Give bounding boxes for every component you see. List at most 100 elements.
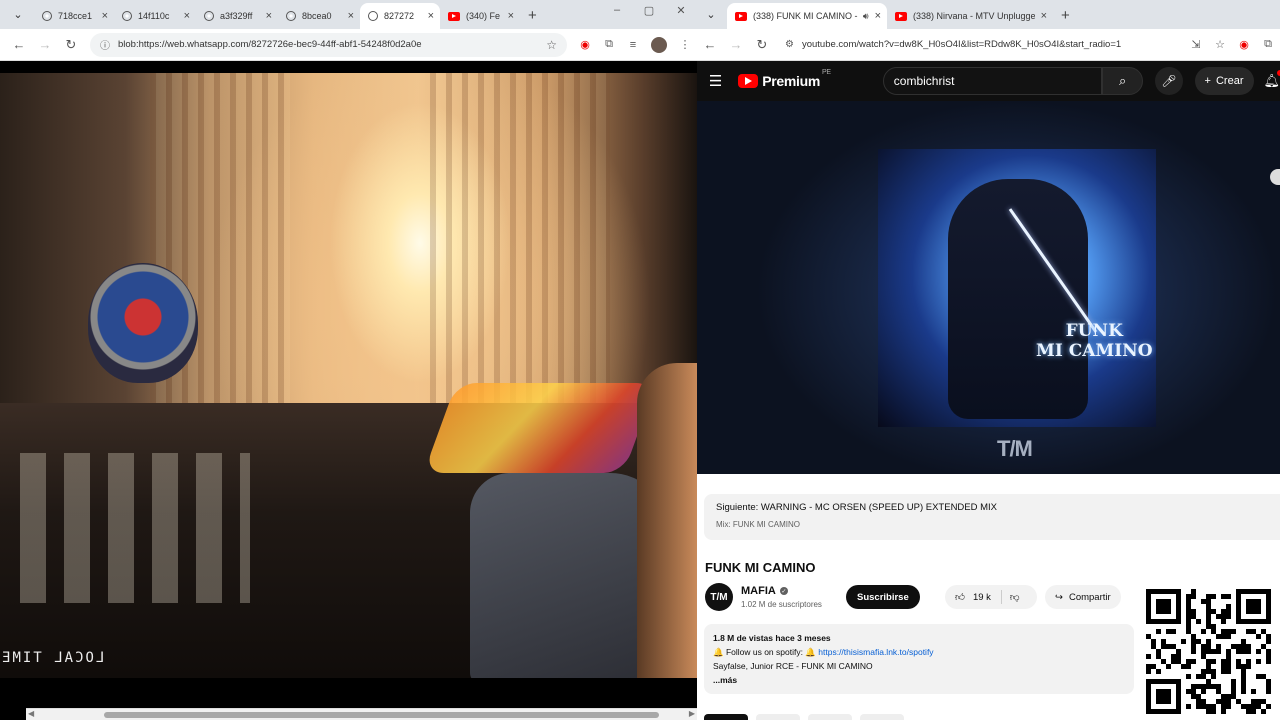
site-info-icon[interactable]: ⓘ [100, 37, 110, 52]
scroll-left-arrow-icon[interactable]: ◀ [28, 709, 34, 718]
tab-3[interactable]: a3f329ff × [196, 3, 278, 29]
chip[interactable] [756, 714, 800, 720]
create-button[interactable]: + Crear [1194, 67, 1254, 95]
qr-module [1176, 604, 1181, 609]
tab-6[interactable]: (340) Fe × [440, 3, 520, 29]
close-tab-icon[interactable]: × [428, 10, 434, 22]
qr-module [1161, 619, 1166, 624]
qr-module [1146, 654, 1151, 659]
colorful-cloth [423, 383, 657, 473]
related-chip-bar [704, 714, 904, 720]
horizontal-scrollbar[interactable]: ◀ ▶ [26, 708, 697, 720]
tab-2[interactable]: 14f110c × [114, 3, 196, 29]
maximize-icon[interactable]: ▢ [633, 4, 665, 17]
scroll-right-arrow-icon[interactable]: ▶ [689, 709, 695, 718]
url-field[interactable]: ⓘ blob:https://web.whatsapp.com/8272726e… [90, 32, 567, 57]
qr-module [1221, 699, 1226, 704]
bookmark-star-icon[interactable]: ☆ [1208, 38, 1232, 51]
qr-module [1161, 639, 1166, 644]
close-tab-icon[interactable]: × [102, 10, 108, 22]
close-tab-icon[interactable]: × [266, 10, 272, 22]
qr-module [1231, 694, 1236, 699]
chip[interactable] [808, 714, 852, 720]
opera-extension-icon[interactable]: ◉ [573, 38, 597, 51]
new-tab-icon[interactable]: + [1053, 7, 1078, 29]
channel-name-row[interactable]: MAFIA ✓ [741, 585, 822, 597]
browser-menu-icon[interactable]: ⋮ [673, 38, 697, 51]
close-window-icon[interactable]: ✕ [665, 4, 697, 17]
up-next-banner[interactable]: Siguiente: WARNING - MC ORSEN (SPEED UP)… [704, 494, 1280, 540]
tab-title: 827272 [384, 11, 415, 21]
chip[interactable] [860, 714, 904, 720]
qr-module [1176, 694, 1181, 699]
youtube-premium-logo[interactable]: Premium PE [738, 69, 831, 89]
qr-module [1266, 604, 1271, 609]
description-line-1: 🔔 Follow us on spotify: 🔔 https://thisis… [713, 645, 1125, 659]
channel-watermark[interactable]: T/M [997, 436, 1033, 462]
back-icon[interactable]: ← [6, 37, 32, 52]
qr-module [1221, 629, 1226, 634]
search-input[interactable]: combichrist [882, 67, 1103, 95]
new-tab-icon[interactable]: + [520, 7, 545, 29]
qr-module [1206, 644, 1211, 649]
media-control-icon[interactable]: ≡ [621, 39, 645, 51]
dislike-button[interactable]: 👎︎ [1002, 591, 1028, 603]
bottom-left-dark-panel [0, 678, 26, 720]
qr-module [1166, 664, 1171, 669]
close-tab-icon[interactable]: × [875, 10, 881, 22]
profile-avatar[interactable] [651, 36, 667, 53]
forward-icon[interactable]: → [32, 37, 58, 52]
speaker-icon[interactable]: 🔊︎ [863, 11, 869, 22]
extensions-puzzle-icon[interactable]: ⧉ [1256, 38, 1280, 51]
video-player[interactable]: FUNK MI CAMINO T/M [697, 101, 1280, 474]
qr-module [1236, 604, 1241, 609]
back-icon[interactable]: ← [697, 37, 723, 52]
close-tab-icon[interactable]: × [1041, 10, 1047, 22]
qr-module [1151, 679, 1156, 684]
qr-module [1201, 674, 1206, 679]
tab-4[interactable]: 8bcea0 × [278, 3, 360, 29]
tab-youtube-funk-active[interactable]: (338) FUNK MI CAMINO - Y 🔊︎ × [727, 3, 887, 29]
forward-icon[interactable]: → [723, 37, 749, 52]
bookmark-star-icon[interactable]: ☆ [546, 38, 557, 52]
url-field[interactable]: ⚙ youtube.com/watch?v=dw8K_H0sO4I&list=R… [781, 32, 1178, 57]
hamburger-menu-icon[interactable]: ☰ [699, 72, 732, 90]
qr-module [1226, 704, 1231, 709]
tab-search-dropdown-icon[interactable]: ⌄ [6, 2, 30, 26]
qr-module [1211, 709, 1216, 714]
notifications-button[interactable]: 🔔︎ [1264, 70, 1280, 89]
qr-module [1151, 709, 1156, 714]
scrollbar-thumb[interactable] [104, 712, 659, 718]
search-button[interactable]: ⌕ [1102, 67, 1144, 95]
close-tab-icon[interactable]: × [508, 10, 514, 22]
share-button[interactable]: ↪ Compartir [1045, 585, 1121, 609]
qr-module [1221, 594, 1226, 599]
subscribe-button[interactable]: Suscribirse [846, 585, 920, 609]
tab-1[interactable]: 718cce1 × [34, 3, 114, 29]
channel-avatar[interactable]: T/M [705, 583, 733, 611]
qr-module [1161, 659, 1166, 664]
opera-extension-icon[interactable]: ◉ [1232, 38, 1256, 51]
description-box[interactable]: 1.8 M de vistas hace 3 meses 🔔 Follow us… [704, 624, 1134, 694]
install-app-icon[interactable]: ⇲ [1184, 38, 1208, 51]
show-more-link[interactable]: ...más [713, 673, 1125, 687]
chip-all[interactable] [704, 714, 748, 720]
voice-search-button[interactable]: 🎤︎ [1155, 67, 1183, 95]
reload-icon[interactable]: ↻ [749, 37, 775, 53]
player-side-handle[interactable] [1270, 169, 1280, 185]
close-tab-icon[interactable]: × [184, 10, 190, 22]
spotify-link[interactable]: https://thisismafia.lnk.to/spotify [818, 647, 933, 657]
close-tab-icon[interactable]: × [348, 10, 354, 22]
extensions-puzzle-icon[interactable]: ⧉ [597, 38, 621, 51]
qr-module [1186, 664, 1191, 669]
site-settings-icon[interactable]: ⚙ [785, 39, 794, 50]
tab-youtube-nirvana[interactable]: (338) Nirvana - MTV Unplugged × [887, 3, 1053, 29]
tab-title: (338) FUNK MI CAMINO - Y [753, 11, 859, 21]
qr-module [1146, 619, 1151, 624]
reload-icon[interactable]: ↻ [58, 37, 84, 53]
minimize-icon[interactable]: – [601, 4, 633, 17]
qr-module [1266, 599, 1271, 604]
like-button[interactable]: 👍︎ 19 k [945, 590, 1002, 604]
tab-search-dropdown-icon[interactable]: ⌄ [699, 2, 723, 26]
tab-5-active[interactable]: 827272 × [360, 3, 440, 29]
